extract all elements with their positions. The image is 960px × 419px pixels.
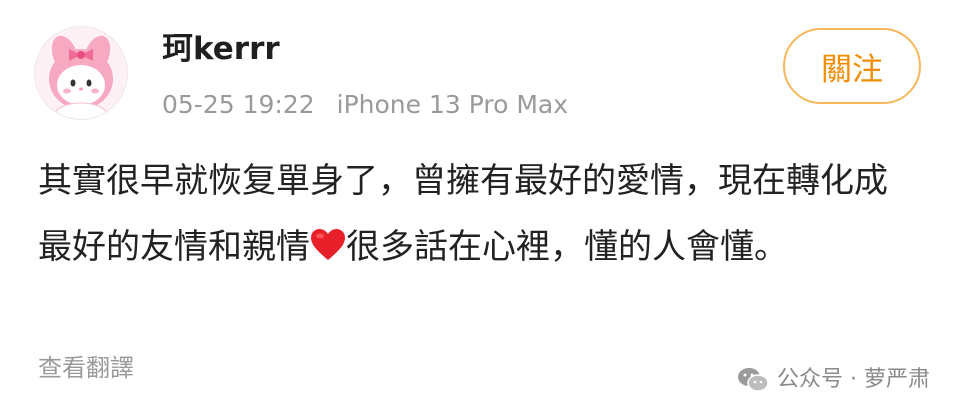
wechat-icon xyxy=(738,368,769,392)
pink-bunny-avatar-icon xyxy=(35,27,127,119)
post-text-part-2: 很多話在心裡，懂的人會懂。 xyxy=(346,227,788,267)
post-date: 05-25 19:22 xyxy=(162,90,315,119)
watermark: 公众号 · 萝严肃 xyxy=(737,366,930,394)
post-device: iPhone 13 Pro Max xyxy=(336,90,569,119)
watermark-text: 公众号 · 萝严肃 xyxy=(777,367,930,392)
username[interactable]: 珂kerrr xyxy=(162,34,280,65)
avatar[interactable] xyxy=(34,26,128,120)
translate-link[interactable]: 查看翻譯 xyxy=(38,356,134,380)
red-heart-icon xyxy=(310,218,346,260)
follow-button[interactable]: 關注 xyxy=(783,28,921,104)
post-meta: 05-25 19:22 iPhone 13 Pro Max xyxy=(162,92,568,117)
post-text: 其實很早就恢复單身了，曾擁有最好的愛情，現在轉化成最好的友情和親情 很多話在心裡，… xyxy=(38,148,918,280)
